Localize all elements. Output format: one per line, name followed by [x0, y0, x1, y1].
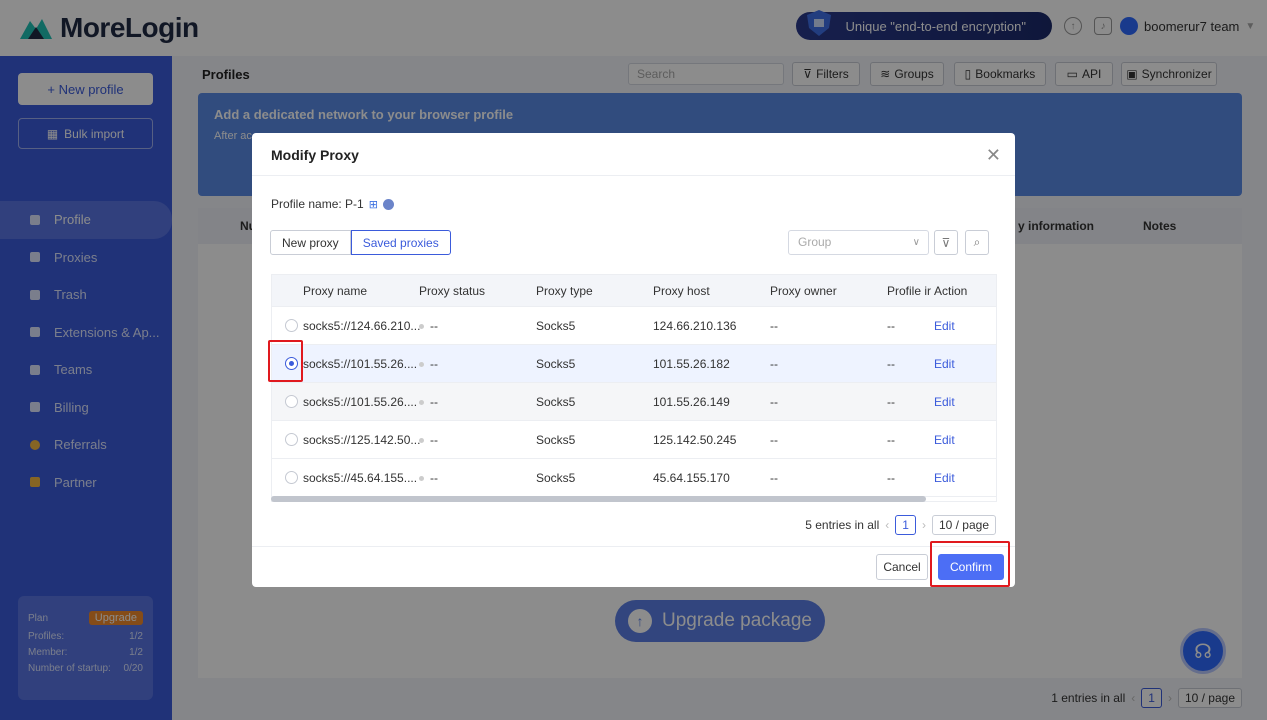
chevron-down-icon: ∨	[912, 237, 920, 248]
horizontal-scrollbar[interactable]	[271, 496, 926, 502]
table-row[interactable]: socks5://45.64.155.... -- Socks5 45.64.1…	[272, 459, 996, 497]
edit-link[interactable]: Edit	[934, 471, 955, 485]
search-icon[interactable]: ⌕	[965, 230, 989, 255]
col-proxy-host: Proxy host	[653, 283, 710, 298]
edit-link[interactable]: Edit	[934, 395, 955, 409]
table-header: Proxy name Proxy status Proxy type Proxy…	[272, 275, 996, 307]
page-size-select[interactable]: 10 / page	[931, 515, 996, 535]
proxy-name: socks5://125.142.50...	[303, 432, 421, 447]
browser-icon	[382, 198, 394, 210]
proxy-owner: --	[770, 394, 778, 409]
proxy-host: 124.66.210.136	[653, 318, 737, 333]
status-dot	[419, 437, 424, 443]
col-proxy-owner: Proxy owner	[770, 283, 837, 298]
table-row[interactable]: socks5://125.142.50... -- Socks5 125.142…	[272, 421, 996, 459]
proxy-status: --	[419, 395, 438, 409]
saved-proxies-table: Proxy name Proxy status Proxy type Proxy…	[271, 274, 997, 502]
status-dot	[419, 323, 424, 329]
proxy-name: socks5://101.55.26....	[303, 356, 418, 371]
row-radio[interactable]	[285, 433, 298, 446]
proxy-status-text: --	[430, 432, 438, 447]
proxy-owner: --	[770, 470, 778, 485]
proxy-profile: --	[887, 394, 895, 409]
table-row[interactable]: socks5://124.66.210... -- Socks5 124.66.…	[272, 307, 996, 345]
proxy-status: --	[419, 471, 438, 485]
group-select[interactable]: Group ∨	[788, 230, 929, 255]
next-page-icon[interactable]: ›	[922, 518, 926, 532]
highlight-confirm-button	[930, 541, 1010, 587]
table-row[interactable]: socks5://101.55.26.... -- Socks5 101.55.…	[272, 383, 996, 421]
row-radio[interactable]	[285, 319, 298, 332]
row-radio[interactable]	[285, 395, 298, 408]
proxy-mode-tabs: New proxy Saved proxies	[270, 230, 451, 255]
proxy-host: 125.142.50.245	[653, 432, 737, 447]
status-dot	[419, 475, 424, 481]
proxy-profile: --	[887, 356, 895, 371]
proxy-name: socks5://45.64.155....	[303, 470, 418, 485]
edit-link[interactable]: Edit	[934, 433, 955, 447]
proxy-status-text: --	[430, 470, 438, 485]
proxy-host: 101.55.26.149	[653, 394, 730, 409]
close-icon[interactable]: ✕	[986, 145, 1001, 166]
proxy-owner: --	[770, 432, 778, 447]
proxy-profile: --	[887, 432, 895, 447]
prev-page-icon[interactable]: ‹	[885, 518, 889, 532]
edit-link[interactable]: Edit	[934, 319, 955, 333]
cancel-button[interactable]: Cancel	[876, 554, 928, 580]
col-proxy-status: Proxy status	[419, 283, 486, 298]
proxy-name: socks5://101.55.26....	[303, 394, 418, 409]
proxy-profile: --	[887, 470, 895, 485]
highlight-selected-radio	[268, 340, 303, 382]
proxy-host: 101.55.26.182	[653, 356, 730, 371]
proxy-type: Socks5	[536, 394, 576, 409]
filter-icon[interactable]: ⊽	[934, 230, 958, 255]
tab-saved-proxies[interactable]: Saved proxies	[350, 230, 451, 255]
col-proxy-type: Proxy type	[536, 283, 593, 298]
status-dot	[419, 361, 424, 367]
divider	[252, 175, 1015, 176]
col-profile: Profile ir	[887, 283, 932, 298]
status-dot	[419, 399, 424, 405]
proxy-profile: --	[887, 318, 895, 333]
proxy-status-text: --	[430, 394, 438, 409]
page-number[interactable]: 1	[895, 515, 916, 535]
tab-new-proxy[interactable]: New proxy	[270, 230, 351, 255]
proxy-status: --	[419, 319, 438, 333]
group-placeholder: Group	[798, 235, 832, 249]
proxy-type: Socks5	[536, 470, 576, 485]
col-proxy-name: Proxy name	[303, 283, 368, 298]
total-entries: 5 entries in all	[805, 518, 880, 532]
proxy-status-text: --	[430, 318, 438, 333]
modal-pagination: 5 entries in all ‹ 1 › 10 / page	[805, 515, 996, 535]
divider	[252, 546, 1015, 547]
proxy-type: Socks5	[536, 318, 576, 333]
profile-name-label: Profile name: P-1	[271, 197, 364, 211]
proxy-status: --	[419, 433, 438, 447]
edit-link[interactable]: Edit	[934, 357, 955, 371]
profile-name: Profile name: P-1 ⊞	[271, 197, 394, 211]
proxy-type: Socks5	[536, 356, 576, 371]
proxy-owner: --	[770, 356, 778, 371]
dialog-title: Modify Proxy	[271, 147, 359, 163]
proxy-type: Socks5	[536, 432, 576, 447]
windows-icon: ⊞	[368, 198, 378, 211]
modify-proxy-dialog: Modify Proxy ✕ Profile name: P-1 ⊞ New p…	[252, 133, 1015, 587]
proxy-owner: --	[770, 318, 778, 333]
proxy-host: 45.64.155.170	[653, 470, 730, 485]
table-row[interactable]: socks5://101.55.26.... -- Socks5 101.55.…	[272, 345, 996, 383]
col-action: Action	[934, 283, 968, 298]
proxy-status-text: --	[430, 356, 438, 371]
row-radio[interactable]	[285, 471, 298, 484]
proxy-status: --	[419, 357, 438, 371]
proxy-name: socks5://124.66.210...	[303, 318, 421, 333]
